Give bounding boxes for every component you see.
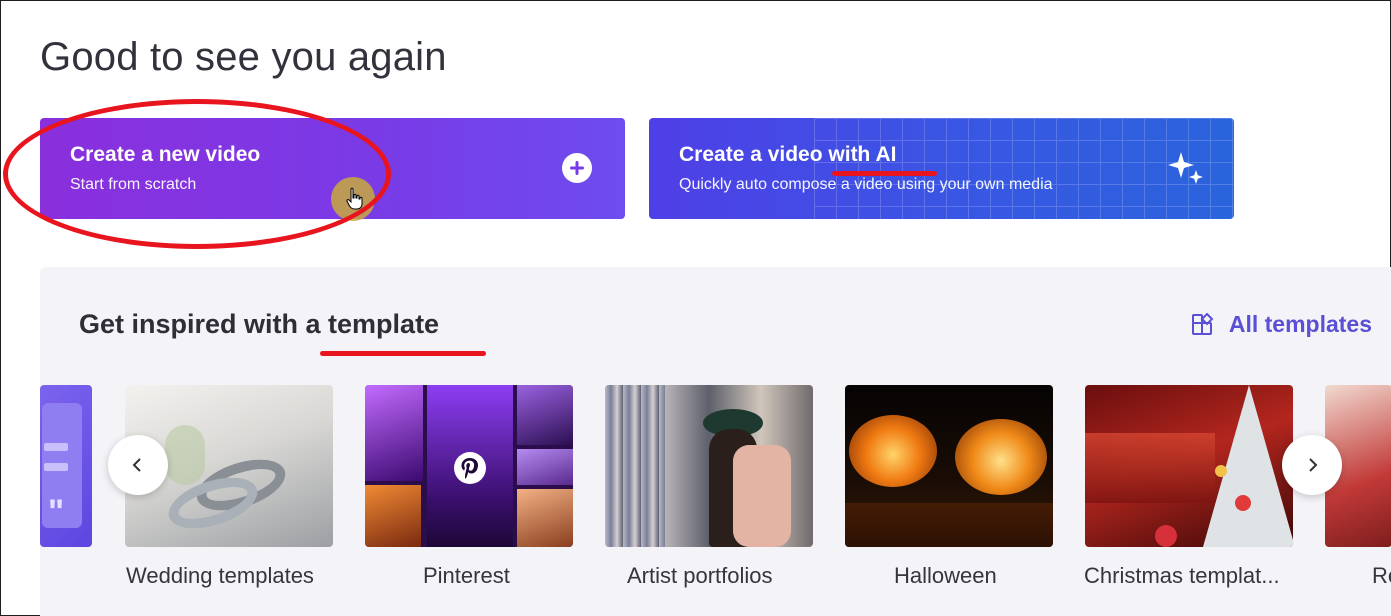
sparkle-icon [1168, 152, 1203, 184]
template-tile-pinterest[interactable] [365, 385, 573, 547]
template-tile-decor [517, 385, 573, 445]
create-new-video-title: Create a new video [70, 143, 261, 166]
create-ai-video-title: Create a video with AI [679, 143, 897, 166]
pinterest-logo-icon [454, 452, 486, 484]
template-tile-artist-portfolios[interactable] [605, 385, 813, 547]
all-templates-link[interactable]: All templates [1191, 311, 1372, 338]
plus-circle-icon[interactable] [561, 152, 593, 184]
template-tile-decor [605, 385, 665, 547]
template-tile-decor [1085, 433, 1215, 503]
templates-section-title: Get inspired with a template [79, 309, 440, 339]
template-label-christmas: Christmas templat... [1084, 563, 1280, 588]
chevron-left-icon [132, 458, 141, 472]
template-label-wedding: Wedding templates [126, 563, 314, 588]
template-label-artist-portfolios: Artist portfolios [627, 563, 773, 588]
template-tile-decor [517, 449, 573, 485]
template-tile-decor [44, 463, 68, 471]
template-tile-decor [845, 503, 1053, 547]
template-tile-partial-left[interactable]: " [40, 385, 92, 547]
carousel-prev-button[interactable] [108, 435, 168, 495]
create-ai-video-card[interactable]: Create a video with AI Quickly auto comp… [649, 118, 1234, 219]
create-ai-video-subtitle: Quickly auto compose a video using your … [679, 176, 1053, 193]
template-tile-decor [365, 385, 423, 481]
page-title: Good to see you again [40, 35, 447, 79]
template-label-partial: Re [1372, 563, 1391, 588]
all-templates-label: All templates [1228, 311, 1372, 337]
template-tile-decor [365, 485, 421, 547]
carousel-next-button[interactable] [1282, 435, 1342, 495]
template-label-pinterest: Pinterest [423, 563, 510, 588]
template-tile-decor [517, 489, 573, 547]
create-new-video-card[interactable]: Create a new video Start from scratch [40, 118, 625, 219]
ornament-shape [1155, 525, 1177, 547]
hand-cursor-icon [346, 187, 363, 210]
template-tile-halloween[interactable] [845, 385, 1053, 547]
chevron-right-icon [1309, 458, 1318, 472]
template-label-halloween: Halloween [894, 563, 997, 588]
templates-section: Get inspired with a template All templat… [40, 267, 1391, 616]
quote-glyph: " [48, 493, 65, 531]
templates-grid-icon [1191, 312, 1214, 335]
template-tile-decor [44, 443, 68, 451]
ornament-shape [1215, 465, 1227, 477]
template-tile-decor [165, 425, 205, 485]
pumpkin-shape [849, 415, 937, 487]
figure-shape [733, 445, 791, 547]
template-tile-christmas[interactable] [1085, 385, 1293, 547]
create-new-video-subtitle: Start from scratch [70, 176, 197, 193]
ornament-shape [1235, 495, 1251, 511]
pumpkin-shape [955, 419, 1047, 495]
